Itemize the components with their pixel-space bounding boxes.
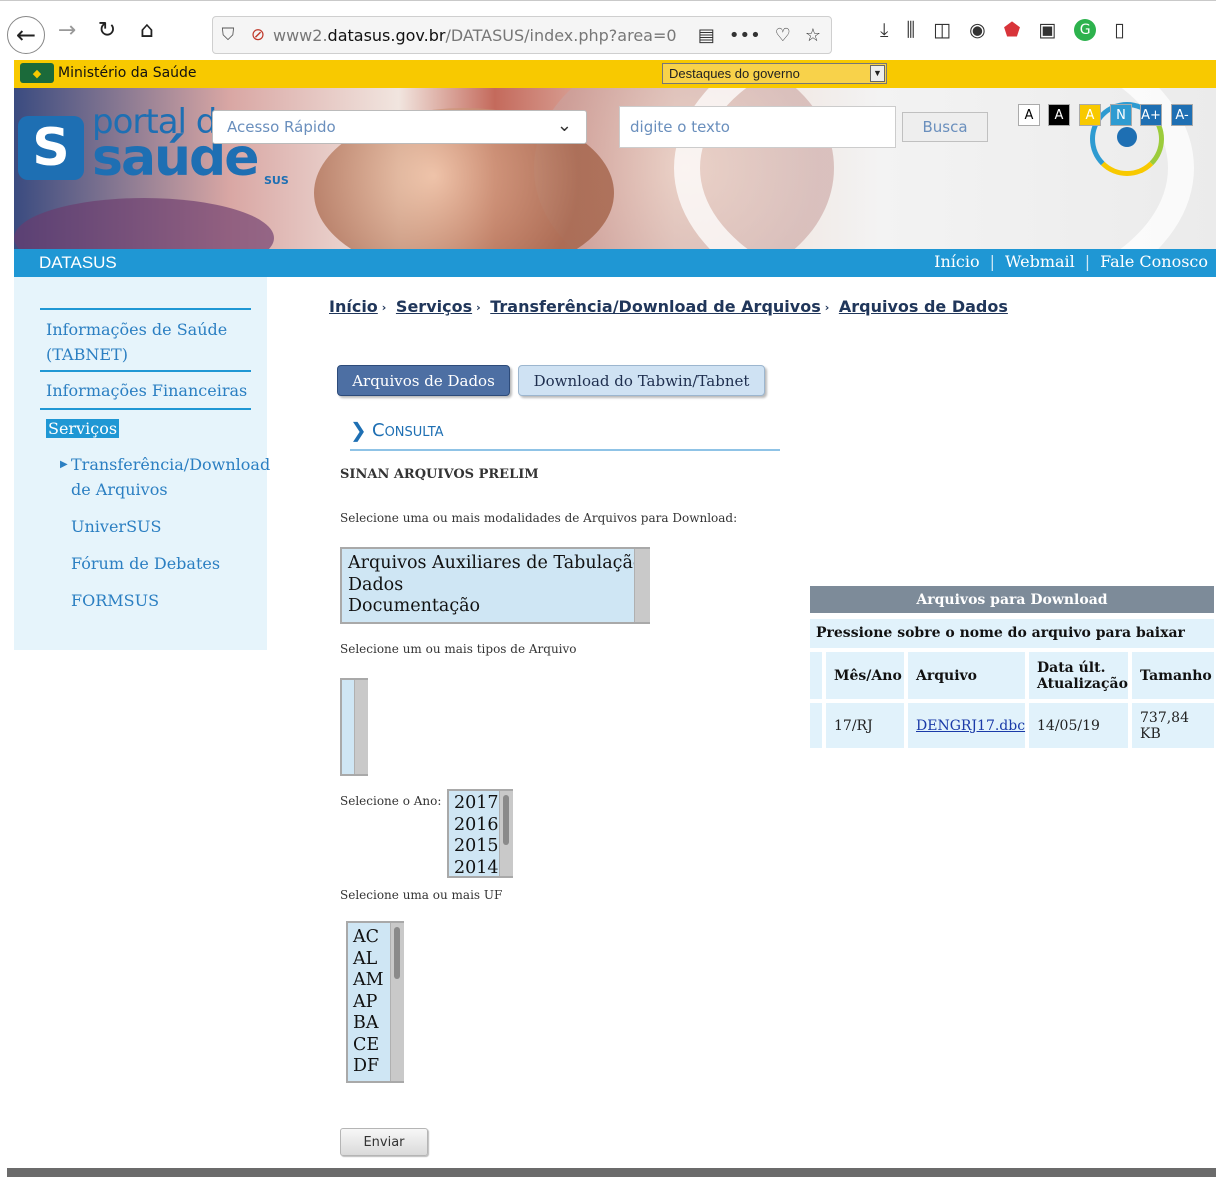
tipo-label: Selecione um ou mais tipos de Arquivo bbox=[340, 642, 577, 656]
grammarly-icon[interactable]: G bbox=[1074, 19, 1097, 41]
link-separator: | bbox=[989, 252, 995, 271]
sidebar-item-financeiras[interactable]: Informações Financeiras bbox=[46, 378, 247, 403]
star-icon[interactable]: ☆ bbox=[805, 25, 821, 46]
browser-toolbar: ← → ↻ ⌂ ⛉ ⊘ www2.datasus.gov.br/DATASUS/… bbox=[0, 0, 1216, 60]
font-decrease-button[interactable]: A- bbox=[1171, 104, 1193, 126]
column-header-arquivo: Arquivo bbox=[908, 652, 1025, 699]
select-value: Destaques do governo bbox=[669, 66, 800, 81]
uf-listbox[interactable]: AC AL AM AP BA CE DF bbox=[346, 921, 404, 1083]
breadcrumb-arquivos[interactable]: Arquivos de Dados bbox=[839, 297, 1008, 316]
sidebar-item-transferencia[interactable]: ▶ Transferência/Download de Arquivos bbox=[60, 452, 270, 502]
scrollbar[interactable] bbox=[390, 923, 404, 1081]
list-option[interactable]: Arquivos Auxiliares de Tabulação bbox=[348, 553, 644, 575]
table-cell-arquivo: DENGRJ17.dbc bbox=[908, 703, 1025, 748]
ano-listbox[interactable]: 2017 2016 2015 2014 bbox=[447, 789, 513, 878]
home-icon[interactable]: ⌂ bbox=[132, 15, 162, 45]
scrollbar[interactable] bbox=[634, 549, 650, 622]
dropdown-arrow-icon: ▼ bbox=[870, 65, 885, 82]
more-icon[interactable]: ••• bbox=[729, 25, 761, 46]
forward-icon[interactable]: → bbox=[52, 15, 82, 45]
scrollbar-thumb[interactable] bbox=[394, 927, 400, 979]
quick-access-label: Acesso Rápido bbox=[227, 118, 336, 136]
account-icon[interactable]: ◉ bbox=[969, 19, 986, 41]
scrollbar[interactable] bbox=[354, 680, 368, 774]
sidebar-item-tabnet[interactable]: Informações de Saúde (TABNET) bbox=[46, 317, 227, 367]
header-banner: S portal da saúde SUS Acesso Rápido ⌄ di… bbox=[14, 88, 1216, 249]
table-cell-tamanho: 737,84 KB bbox=[1132, 703, 1214, 748]
column-header-data: Data últ. Atualização bbox=[1029, 652, 1128, 699]
modalidade-listbox[interactable]: Arquivos Auxiliares de Tabulação Dados D… bbox=[340, 547, 650, 624]
uf-label: Selecione uma ou mais UF bbox=[340, 888, 503, 902]
contrast-yellow-button[interactable]: A bbox=[1079, 104, 1101, 126]
scrollbar-thumb[interactable] bbox=[503, 795, 509, 845]
search-input[interactable]: digite o texto bbox=[619, 106, 896, 148]
government-bar: ◆ Ministério da Saúde Destaques do gover… bbox=[14, 60, 1216, 88]
consulta-heading: ❯ Consulta bbox=[350, 418, 780, 451]
government-highlights-select[interactable]: Destaques do governo ▼ bbox=[662, 63, 887, 84]
site-bar: DATASUS Início | Webmail | Fale Conosco bbox=[14, 249, 1216, 277]
brazil-flag-icon: ◆ bbox=[20, 63, 54, 83]
section-title: SINAN ARQUIVOS PRELIM bbox=[340, 467, 539, 482]
shield-icon[interactable]: ⛉ bbox=[213, 25, 243, 45]
site-name: DATASUS bbox=[39, 253, 117, 272]
page-icon[interactable]: ▯ bbox=[1114, 19, 1124, 41]
list-option[interactable]: Dados bbox=[348, 575, 644, 597]
sidebar-item-universus[interactable]: UniverSUS bbox=[71, 514, 161, 539]
url-bar[interactable]: ⛉ ⊘ www2.datasus.gov.br/DATASUS/index.ph… bbox=[212, 16, 832, 54]
breadcrumb: Início › Serviços › Transferência/Download… bbox=[329, 297, 1008, 316]
chevron-down-icon: ⌄ bbox=[556, 115, 572, 136]
modalidade-label: Selecione uma ou mais modalidades de Arq… bbox=[340, 511, 738, 525]
table-spacer bbox=[810, 703, 822, 748]
downloads-header: Arquivos para Download bbox=[810, 586, 1214, 613]
submit-button[interactable]: Enviar bbox=[340, 1128, 428, 1156]
horizontal-scrollbar[interactable] bbox=[7, 1168, 1216, 1177]
reload-icon[interactable]: ↻ bbox=[92, 15, 122, 45]
font-increase-button[interactable]: A+ bbox=[1140, 104, 1162, 126]
font-normal-button[interactable]: N bbox=[1110, 104, 1132, 126]
contact-link[interactable]: Fale Conosco bbox=[1100, 252, 1208, 271]
home-link[interactable]: Início bbox=[934, 252, 979, 271]
link-separator: | bbox=[1084, 252, 1091, 271]
search-button[interactable]: Busca bbox=[902, 112, 988, 142]
tab-download-tabwin[interactable]: Download do Tabwin/Tabnet bbox=[518, 365, 765, 396]
scrollbar[interactable] bbox=[499, 791, 513, 876]
column-header-mes-ano: Mês/Ano bbox=[826, 652, 904, 699]
reader-view-icon[interactable]: ▣ bbox=[1038, 19, 1056, 41]
pocket-icon[interactable]: ♡ bbox=[775, 25, 791, 46]
sidebar-icon[interactable]: ◫ bbox=[933, 19, 951, 41]
left-sidebar: Informações de Saúde (TABNET) Informações… bbox=[14, 277, 270, 650]
contrast-high-button[interactable]: A bbox=[1048, 104, 1070, 126]
breadcrumb-servicos[interactable]: Serviços bbox=[396, 297, 472, 316]
tipo-listbox[interactable] bbox=[340, 678, 368, 776]
webmail-link[interactable]: Webmail bbox=[1005, 252, 1075, 271]
quick-access-select[interactable]: Acesso Rápido ⌄ bbox=[212, 110, 587, 144]
ublock-icon[interactable]: ⬟ bbox=[1004, 19, 1021, 41]
back-icon[interactable]: ← bbox=[7, 16, 45, 54]
library-icon[interactable]: ⫼ bbox=[906, 19, 915, 41]
reader-icon[interactable]: ▤ bbox=[698, 25, 715, 46]
ano-label: Selecione o Ano: bbox=[340, 794, 442, 808]
breadcrumb-transferencia[interactable]: Transferência/Download de Arquivos bbox=[490, 297, 820, 316]
file-download-link[interactable]: DENGRJ17.dbc bbox=[916, 718, 1025, 734]
portal-logo-icon[interactable]: S bbox=[18, 116, 84, 180]
download-icon[interactable]: ⤓ bbox=[880, 19, 888, 41]
chevron-right-icon: ❯ bbox=[350, 418, 367, 442]
breadcrumb-inicio[interactable]: Início bbox=[329, 297, 378, 316]
sidebar-item-formsus[interactable]: FORMSUS bbox=[71, 588, 159, 613]
contrast-normal-button[interactable]: A bbox=[1018, 104, 1040, 126]
list-option[interactable]: Documentação bbox=[348, 596, 644, 618]
tab-arquivos-dados[interactable]: Arquivos de Dados bbox=[337, 365, 510, 396]
url-text[interactable]: www2.datasus.gov.br/DATASUS/index.php?ar… bbox=[273, 26, 698, 45]
insecure-lock-icon[interactable]: ⊘ bbox=[243, 25, 273, 45]
sus-logo: SUS bbox=[264, 174, 289, 187]
ministry-title[interactable]: Ministério da Saúde bbox=[58, 65, 197, 81]
sidebar-item-forum[interactable]: Fórum de Debates bbox=[71, 551, 220, 576]
table-cell-data: 14/05/19 bbox=[1029, 703, 1128, 748]
table-spacer bbox=[810, 652, 822, 699]
arrow-right-icon: ▶ bbox=[60, 459, 68, 470]
column-header-tamanho: Tamanho bbox=[1132, 652, 1214, 699]
downloads-instruction: Pressione sobre o nome do arquivo para b… bbox=[810, 619, 1214, 648]
table-cell-mes-ano: 17/RJ bbox=[826, 703, 904, 748]
sidebar-item-servicos[interactable]: Serviços bbox=[46, 416, 120, 441]
